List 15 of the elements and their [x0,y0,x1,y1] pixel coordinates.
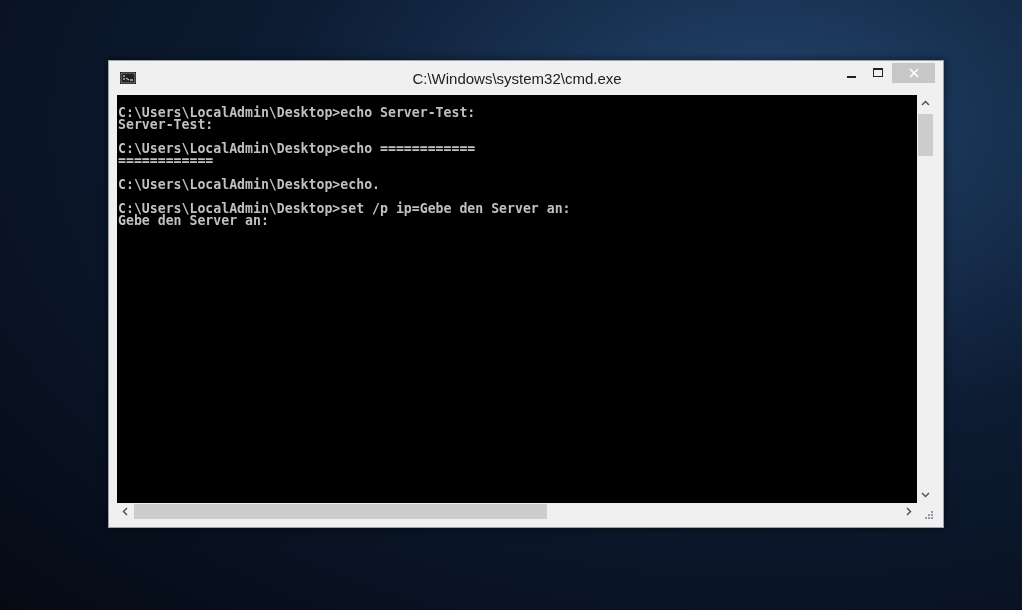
maximize-icon [873,68,884,78]
close-icon [907,68,920,78]
console-line: C:\Users\LocalAdmin\Desktop>echo. [118,179,381,191]
console-line: C:\Users\LocalAdmin\Desktop>set /p ip=Gebe den Server an: [118,203,572,215]
scrollbar-thumb[interactable] [134,504,547,519]
scrollbar-thumb[interactable] [918,114,933,156]
minimize-icon [847,75,856,78]
console-line: C:\Users\LocalAdmin\Desktop>echo ============ [118,143,477,155]
resize-grip-icon[interactable] [924,510,934,520]
console-line: Server-Test: [118,119,214,131]
console-line: C:\Users\LocalAdmin\Desktop>echo Server-Test: [118,107,477,119]
window-title: C:\Windows\system32\cmd.exe [411,69,623,87]
console-line: Gebe den Server an: [118,215,269,227]
console-line: ============ [118,155,214,167]
console-icon [120,72,136,84]
